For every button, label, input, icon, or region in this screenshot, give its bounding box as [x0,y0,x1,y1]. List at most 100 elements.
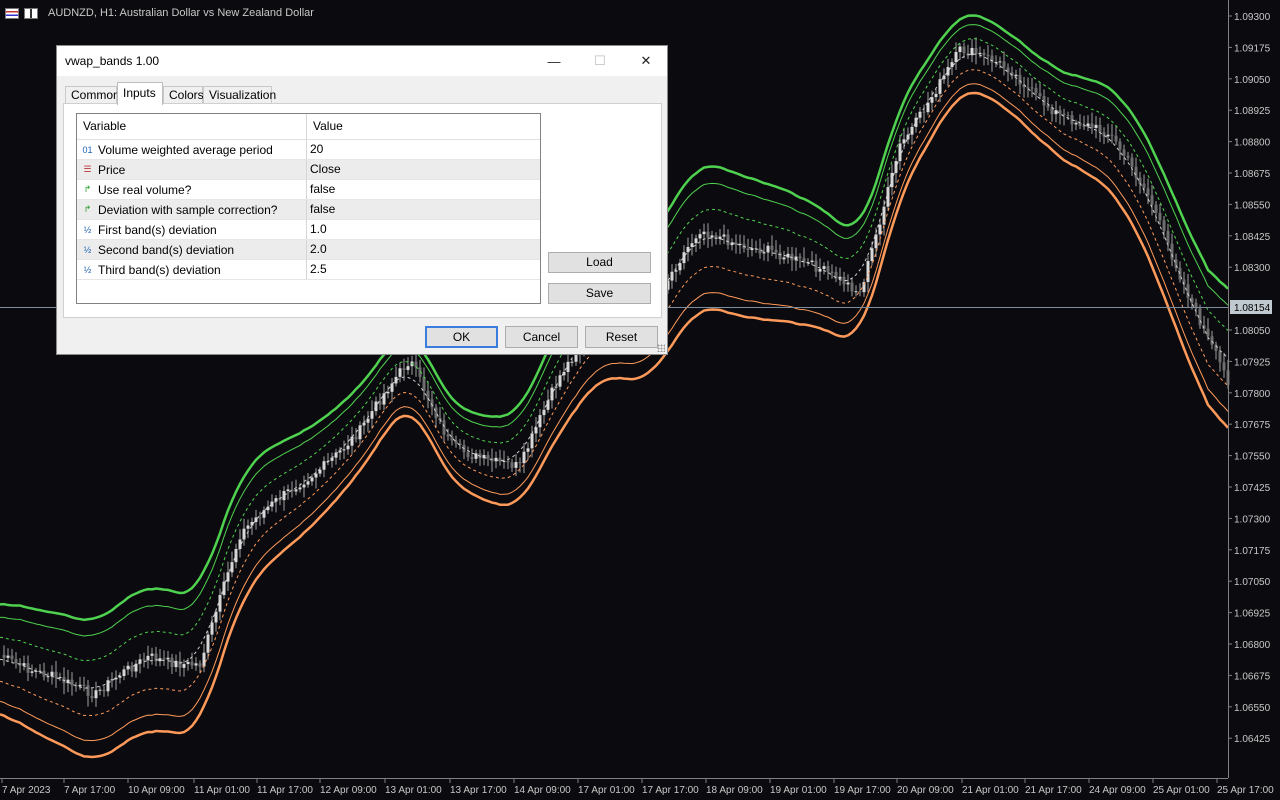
candle-body [10,655,14,660]
double-icon: ½ [83,244,92,255]
candle-body [450,436,454,441]
candle-body [282,491,286,501]
candle-body [770,245,774,250]
table-row[interactable]: ↱ Use real volume? false [77,180,540,200]
candle-body [978,52,982,55]
candle-body [774,249,778,253]
time-label: 19 Apr 17:00 [834,785,891,796]
dialog-titlebar[interactable]: vwap_bands 1.00 — ☐ ✕ [57,46,667,76]
ok-button[interactable]: OK [425,326,498,348]
value-cell[interactable]: 1.0 [307,220,327,239]
candle-body [826,266,830,272]
candle-body [946,67,950,76]
candle-body [930,97,934,103]
candle-body [234,549,238,563]
candle-body [870,248,874,262]
price-label: 1.07925 [1234,357,1271,368]
price-label: 1.09300 [1234,12,1271,23]
resize-grip-icon[interactable] [657,344,665,352]
variable-label: Second band(s) deviation [98,242,235,257]
candle-body [1142,183,1146,189]
cancel-button[interactable]: Cancel [505,326,578,348]
candle-body [934,93,938,98]
candle-body [98,689,102,691]
price-label: 1.08550 [1234,200,1271,211]
candle-body [194,663,198,666]
load-button[interactable]: Load [548,252,651,273]
candle-body [726,234,730,246]
value-cell[interactable]: false [307,180,335,199]
candle-body [962,46,966,54]
reset-button[interactable]: Reset [585,326,658,348]
save-button[interactable]: Save [548,283,651,304]
tab-colors[interactable]: Colors [163,86,204,104]
int-icon: 01 [82,144,93,155]
candle-body [182,664,186,668]
candle-body [498,457,502,462]
inputs-table: Variable Value 01 Volume weighted average… [76,113,541,304]
candle-body [706,231,710,238]
candle-body [214,611,218,623]
candle-body [506,460,510,463]
value-cell[interactable]: Close [307,160,341,179]
candle-body [682,252,686,264]
value-column-header[interactable]: Value [307,114,343,139]
variable-cell: ½ Second band(s) deviation [77,240,307,259]
candle-body [398,368,402,377]
candle-body [1154,204,1158,213]
candle-body [50,671,54,677]
time-label: 17 Apr 01:00 [578,785,635,796]
price-label: 1.06425 [1234,734,1271,745]
price-label: 1.07050 [1234,577,1271,588]
candle-body [850,282,854,292]
double-icon: ½ [83,264,92,275]
table-row[interactable]: ½ Second band(s) deviation 2.0 [77,240,540,260]
table-row[interactable]: 01 Volume weighted average period 20 [77,140,540,160]
table-row[interactable]: ↱ Deviation with sample correction? false [77,200,540,220]
candle-body [6,655,10,658]
candle-body [810,260,814,263]
tab-common[interactable]: Common [65,86,120,104]
table-row[interactable]: ☰ Price Close [77,160,540,180]
candle-body [102,689,106,692]
candle-body [58,677,62,679]
table-row[interactable]: ½ Third band(s) deviation 2.5 [77,260,540,280]
candle-body [170,657,174,668]
candle-body [46,676,50,678]
candle-body [298,487,302,490]
candle-body [338,450,342,453]
bool-icon: ↱ [83,184,92,194]
value-cell[interactable]: 2.0 [307,240,327,259]
current-price-tag: 1.08154 [1234,303,1271,314]
candle-body [938,79,942,94]
candle-body [1146,188,1150,196]
value-cell[interactable]: 20 [307,140,323,159]
candle-body [294,489,298,492]
variable-column-header[interactable]: Variable [77,114,307,139]
candle-body [202,652,206,667]
candle-body [78,684,82,687]
candle-body [442,420,446,435]
value-cell[interactable]: 2.5 [307,260,327,279]
price-axis: 1.09300 1.09175 1.09050 1.08925 1.08800 1.086… [1228,12,1271,745]
minimize-button[interactable]: — [531,46,577,76]
price-label: 1.06675 [1234,671,1271,682]
tab-inputs[interactable]: Inputs [117,82,163,105]
candle-body [734,242,738,245]
time-label: 20 Apr 09:00 [897,785,954,796]
tab-visualization[interactable]: Visualization [203,86,276,104]
candle-body [762,252,766,254]
candle-body [166,657,170,660]
table-row[interactable]: ½ First band(s) deviation 1.0 [77,220,540,240]
candle-body [210,622,214,635]
candle-body [550,387,554,401]
candle-body [466,452,470,458]
close-button[interactable]: ✕ [623,46,669,76]
candle-body [342,449,346,451]
candle-body [82,684,86,686]
candle-body [526,448,530,452]
candle-body [1110,134,1114,136]
candle-body [446,434,450,437]
value-cell[interactable]: false [307,200,335,219]
price-label: 1.08050 [1234,326,1271,337]
